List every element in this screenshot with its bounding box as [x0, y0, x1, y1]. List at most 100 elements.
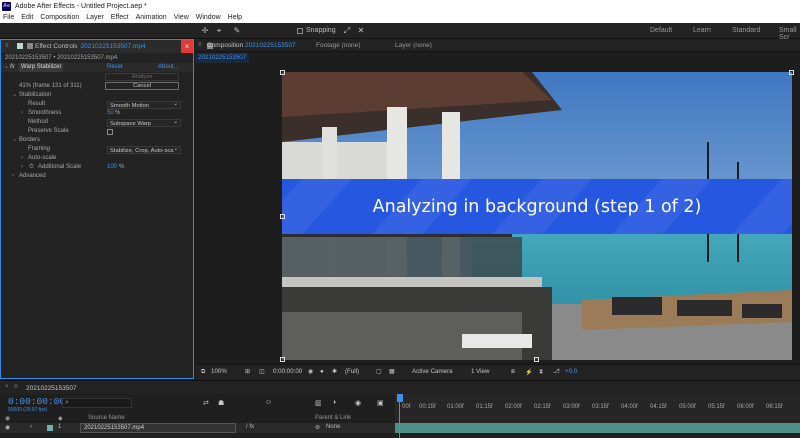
- chevron-right-icon[interactable]: ›: [21, 163, 23, 172]
- graph-editor-icon[interactable]: ◉: [355, 399, 361, 407]
- close-icon[interactable]: ×: [181, 40, 193, 53]
- puppet-starch-tool-icon[interactable]: ⌖: [214, 26, 224, 36]
- region-of-interest-icon[interactable]: ▢: [376, 368, 382, 375]
- method-dropdown[interactable]: Subspace Warp: [107, 118, 181, 127]
- views-dropdown[interactable]: 1 View: [471, 368, 489, 375]
- stopwatch-icon[interactable]: ⏱: [29, 163, 34, 172]
- layer-handle[interactable]: [280, 214, 285, 219]
- parent-dropdown[interactable]: None: [326, 424, 340, 430]
- always-preview-icon[interactable]: ⧉: [201, 368, 205, 376]
- borders-group-row[interactable]: ⌄ Borders: [1, 136, 193, 145]
- workspace-learn[interactable]: Learn: [693, 27, 711, 34]
- menu-layer[interactable]: Layer: [86, 14, 104, 21]
- channel-icon[interactable]: ✱: [332, 368, 337, 375]
- exposure-value[interactable]: +0.0: [565, 368, 577, 375]
- frame-blending-icon[interactable]: ▥: [315, 399, 322, 407]
- advanced-group-row[interactable]: › Advanced: [1, 172, 193, 181]
- shy-layers-icon[interactable]: ☺: [265, 399, 272, 406]
- current-time-indicator[interactable]: [397, 394, 403, 402]
- layer-handle[interactable]: [534, 357, 539, 362]
- tab-composition[interactable]: Composition 20210225153507: [207, 42, 296, 49]
- framing-dropdown[interactable]: Stabilize, Crop, Auto-sca: [107, 145, 181, 154]
- show-snapshot-icon[interactable]: ●: [320, 368, 324, 375]
- effect-name[interactable]: Warp Stabilizer: [19, 63, 64, 72]
- panel-menu-icon[interactable]: ≡: [14, 384, 18, 390]
- chevron-right-icon[interactable]: ›: [30, 424, 32, 430]
- flowchart-icon[interactable]: ⎇: [553, 368, 560, 375]
- comp-mini-flowchart-icon[interactable]: ⇄: [203, 399, 209, 407]
- toggle-pixel-aspect-icon[interactable]: ⧈: [511, 368, 515, 376]
- camera-dropdown[interactable]: Active Camera: [412, 368, 453, 375]
- pick-whip-icon[interactable]: ⊚: [315, 424, 320, 431]
- menu-file[interactable]: File: [3, 14, 14, 21]
- roto-brush-tool-icon[interactable]: ✎: [232, 26, 242, 36]
- additional-scale-value[interactable]: 100: [107, 163, 117, 172]
- timeline-search-input[interactable]: ⌕: [62, 398, 132, 408]
- chevron-right-icon[interactable]: ›: [12, 172, 14, 181]
- draft-3d-icon[interactable]: ☗: [218, 399, 224, 407]
- fx-icon[interactable]: fx: [10, 63, 15, 72]
- composition-viewer[interactable]: Analyzing in background (step 1 of 2): [195, 64, 800, 364]
- reset-link[interactable]: Reset: [107, 63, 123, 72]
- graph-editor-icon[interactable]: ▣: [377, 399, 384, 407]
- layer-duration-bar[interactable]: [395, 423, 800, 433]
- mask-visibility-icon[interactable]: ◫: [259, 368, 265, 375]
- grid-icon[interactable]: ⊞: [245, 368, 250, 375]
- snapping-checkbox[interactable]: [297, 28, 303, 34]
- smoothness-value[interactable]: 50: [107, 109, 114, 118]
- preserve-scale-checkbox[interactable]: [107, 128, 113, 135]
- workspace-standard[interactable]: Standard: [732, 27, 760, 34]
- result-dropdown[interactable]: Smooth Motion: [107, 100, 181, 109]
- zoom-dropdown[interactable]: 100%: [211, 368, 227, 375]
- menu-window[interactable]: Window: [196, 14, 221, 21]
- snap-edges-icon[interactable]: ⤢: [342, 26, 352, 36]
- workspace-default[interactable]: Default: [650, 27, 672, 34]
- auto-scale-row[interactable]: › Auto-scale: [1, 154, 193, 163]
- effect-controls-tab[interactable]: ≡ Effect Controls 20210225153507.mp4 ×: [1, 40, 193, 53]
- puppet-pin-tool-icon[interactable]: ✢: [200, 26, 210, 36]
- menu-composition[interactable]: Composition: [40, 14, 79, 21]
- col-source-name[interactable]: Source Name: [88, 415, 125, 421]
- timeline-tab[interactable]: 20210225153507: [26, 385, 77, 392]
- panel-menu-icon[interactable]: ≡: [5, 43, 9, 49]
- panel-menu-icon[interactable]: ≡: [198, 42, 202, 48]
- chevron-right-icon[interactable]: ›: [21, 154, 23, 163]
- effect-header-row[interactable]: ⌄ fx Warp Stabilizer Reset About...: [1, 63, 193, 72]
- layer-name[interactable]: 20210225153507.mp4: [80, 423, 236, 433]
- visibility-eye-icon[interactable]: ◉: [5, 424, 10, 431]
- fast-previews-icon[interactable]: ⚡: [525, 368, 533, 376]
- stabilization-group-row[interactable]: ⌄ Stabilization: [1, 91, 193, 100]
- lock-panel-icon[interactable]: [17, 43, 23, 49]
- cancel-button[interactable]: Cancel: [105, 82, 179, 90]
- chevron-down-icon[interactable]: ⌄: [12, 91, 17, 100]
- snap-features-icon[interactable]: ✕: [356, 26, 366, 36]
- time-ruler[interactable]: 00f 00:15f 01:00f 01:15f 02:00f 02:15f 0…: [395, 394, 800, 423]
- layer-label-color[interactable]: [47, 425, 53, 431]
- menu-effect[interactable]: Effect: [111, 14, 129, 21]
- close-icon[interactable]: ×: [5, 384, 9, 390]
- current-time-display[interactable]: 0:00:00:00: [273, 368, 302, 375]
- menu-edit[interactable]: Edit: [21, 14, 33, 21]
- composition-name-chip[interactable]: 20210225153507: [195, 53, 250, 63]
- transparency-grid-icon[interactable]: ▦: [389, 368, 395, 375]
- timeline-icon[interactable]: ⧗: [539, 368, 543, 376]
- chevron-down-icon[interactable]: ⌄: [12, 136, 17, 145]
- tab-layer[interactable]: Layer (none): [395, 42, 432, 49]
- effect-controls-source-link[interactable]: 20210225153507.mp4: [81, 43, 146, 50]
- chevron-down-icon[interactable]: ⌄: [4, 63, 9, 72]
- menu-animation[interactable]: Animation: [136, 14, 167, 21]
- layer-handle[interactable]: [789, 70, 794, 75]
- chevron-right-icon[interactable]: ›: [21, 109, 23, 118]
- menu-help[interactable]: Help: [228, 14, 242, 21]
- fx-switch-icon[interactable]: / fx: [246, 424, 254, 430]
- layer-handle[interactable]: [280, 70, 285, 75]
- col-parent-link[interactable]: Parent & Link: [315, 415, 351, 421]
- layer-handle[interactable]: [280, 357, 285, 362]
- motion-blur-icon[interactable]: ◑: [332, 399, 336, 406]
- snapshot-icon[interactable]: ◉: [308, 368, 313, 375]
- tab-footage[interactable]: Footage (none): [316, 42, 360, 49]
- about-link[interactable]: About...: [158, 63, 179, 72]
- timeline-layer-row[interactable]: ◉ › 1 20210225153507.mp4 / fx ⊚ None: [0, 423, 395, 433]
- menu-view[interactable]: View: [174, 14, 189, 21]
- current-time-display[interactable]: 0:00:00:00: [8, 396, 65, 407]
